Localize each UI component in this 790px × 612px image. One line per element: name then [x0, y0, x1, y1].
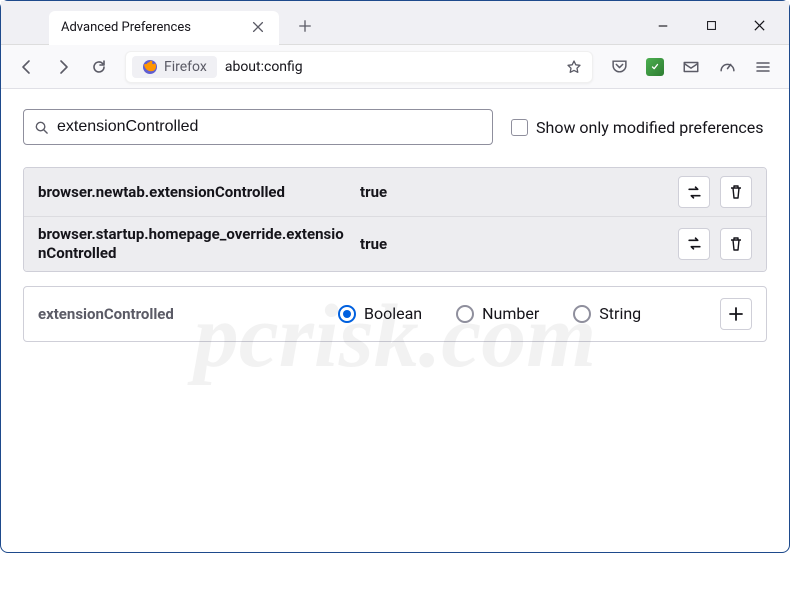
radio-icon [456, 305, 474, 323]
mail-icon[interactable] [675, 51, 707, 83]
close-window-button[interactable] [749, 16, 769, 36]
add-button[interactable] [720, 298, 752, 330]
checkbox-icon [511, 119, 528, 136]
pref-row[interactable]: browser.startup.homepage_override.extens… [24, 216, 766, 271]
radio-label: Number [482, 304, 539, 323]
type-radios: Boolean Number String [338, 304, 710, 323]
maximize-button[interactable] [701, 16, 721, 36]
pocket-icon[interactable] [603, 51, 635, 83]
browser-tab[interactable]: Advanced Preferences [49, 11, 279, 45]
prefs-table: browser.newtab.extensionControlled true … [23, 167, 767, 272]
pref-name: browser.newtab.extensionControlled [38, 183, 350, 202]
url-text: about:config [217, 59, 303, 75]
search-icon [34, 120, 49, 135]
titlebar: Advanced Preferences [1, 1, 789, 45]
radio-string[interactable]: String [573, 304, 641, 323]
search-row: Show only modified preferences [23, 109, 767, 145]
toggle-button[interactable] [678, 176, 710, 208]
content-area: Show only modified preferences browser.n… [1, 89, 789, 362]
dashboard-icon[interactable] [711, 51, 743, 83]
delete-button[interactable] [720, 228, 752, 260]
window-controls [653, 10, 789, 36]
firefox-logo-icon [142, 59, 158, 75]
radio-icon [338, 305, 356, 323]
reload-button[interactable] [83, 51, 115, 83]
bookmark-star-icon[interactable] [562, 59, 586, 75]
radio-label: String [599, 304, 641, 323]
close-tab-icon[interactable] [251, 20, 267, 36]
search-box[interactable] [23, 109, 493, 145]
pref-row[interactable]: browser.newtab.extensionControlled true [24, 168, 766, 216]
add-pref-row: extensionControlled Boolean Number Strin… [24, 287, 766, 341]
add-pref-name: extensionControlled [38, 305, 328, 323]
radio-boolean[interactable]: Boolean [338, 304, 422, 323]
search-input[interactable] [57, 118, 482, 136]
radio-label: Boolean [364, 304, 422, 323]
menu-button[interactable] [747, 51, 779, 83]
pref-value: true [360, 235, 668, 253]
toggle-button[interactable] [678, 228, 710, 260]
extension-icon[interactable] [639, 51, 671, 83]
identity-label: Firefox [164, 59, 207, 75]
minimize-button[interactable] [653, 16, 673, 36]
pref-name: browser.startup.homepage_override.extens… [38, 225, 350, 263]
add-pref-table: extensionControlled Boolean Number Strin… [23, 286, 767, 342]
forward-button[interactable] [47, 51, 79, 83]
delete-button[interactable] [720, 176, 752, 208]
back-button[interactable] [11, 51, 43, 83]
new-tab-button[interactable] [291, 12, 319, 40]
show-modified-checkbox[interactable]: Show only modified preferences [511, 118, 764, 137]
identity-box[interactable]: Firefox [132, 56, 217, 78]
toolbar: Firefox about:config [1, 45, 789, 89]
url-bar[interactable]: Firefox about:config [125, 51, 593, 83]
pref-value: true [360, 183, 668, 201]
radio-icon [573, 305, 591, 323]
checkbox-label-text: Show only modified preferences [536, 118, 764, 137]
tab-title: Advanced Preferences [61, 20, 191, 35]
radio-number[interactable]: Number [456, 304, 539, 323]
